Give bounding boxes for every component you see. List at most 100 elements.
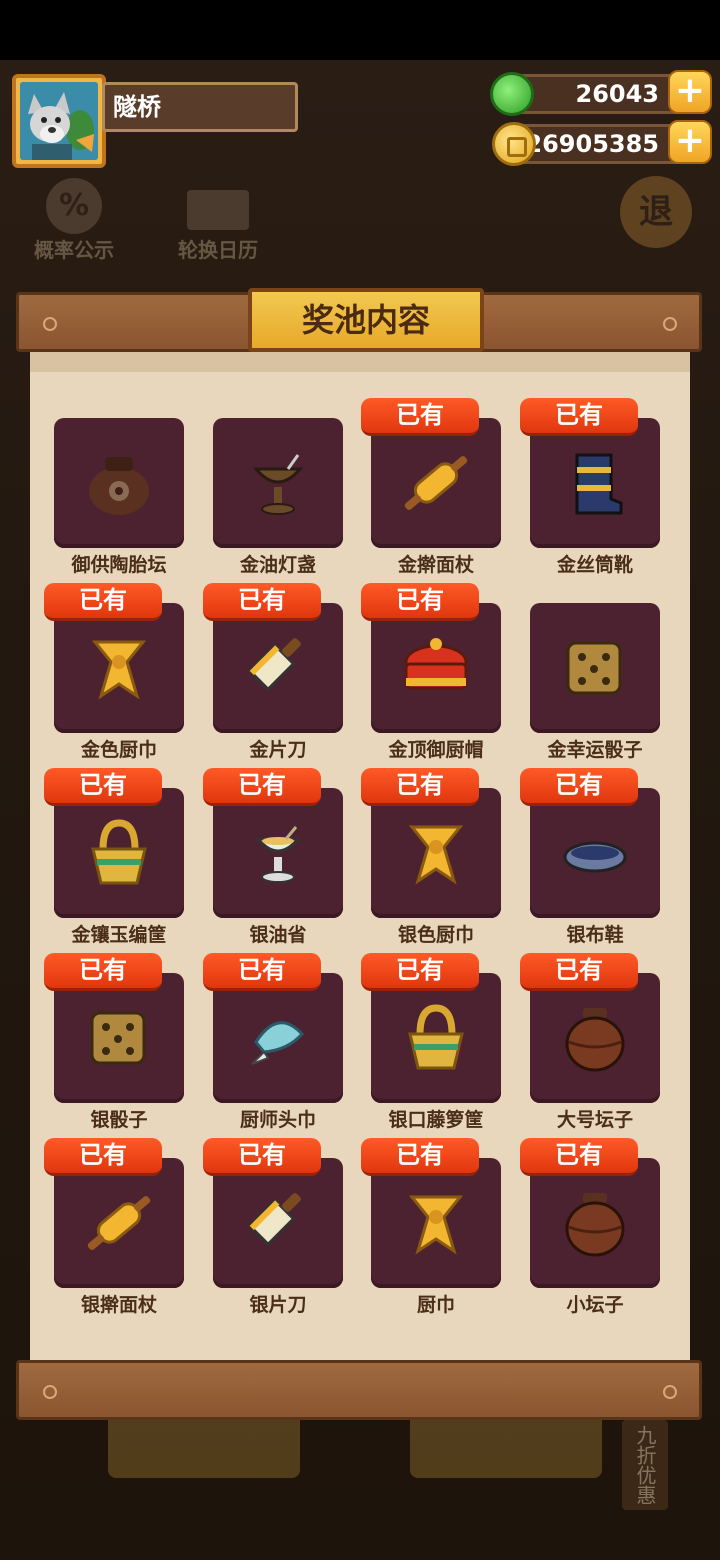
prize-item[interactable]: 已有银色厨巾 xyxy=(361,768,501,946)
prize-item[interactable]: 已有金顶御厨帽 xyxy=(361,583,501,761)
exit-button: 退 xyxy=(620,176,692,248)
owned-badge: 已有 xyxy=(520,398,638,436)
player-name: 隧桥 xyxy=(102,82,298,132)
cleaver-icon xyxy=(238,1183,318,1267)
probability-label: 概率公示 xyxy=(34,238,114,262)
prize-slot xyxy=(213,603,343,733)
prize-slot xyxy=(371,603,501,733)
owned-badge: 已有 xyxy=(361,953,479,991)
prize-slot xyxy=(530,973,660,1103)
prize-item[interactable]: 已有小坛子 xyxy=(520,1138,660,1316)
prize-name: 金片刀 xyxy=(249,739,307,761)
prize-item[interactable]: 金油灯盏 xyxy=(213,418,343,576)
owned-badge: 已有 xyxy=(520,953,638,991)
prize-name: 银片刀 xyxy=(249,1294,307,1316)
prize-slot xyxy=(54,1158,184,1288)
dice-icon xyxy=(84,1003,154,1077)
avatar[interactable] xyxy=(12,74,106,168)
prize-name: 银骰子 xyxy=(90,1109,148,1131)
owned-badge: 已有 xyxy=(361,1138,479,1176)
add-gems-button[interactable]: + xyxy=(668,70,712,114)
prize-name: 小坛子 xyxy=(566,1294,624,1316)
prize-slot xyxy=(213,418,343,548)
wolf-avatar-icon xyxy=(20,82,98,160)
prize-slot xyxy=(371,973,501,1103)
boot-icon xyxy=(555,443,635,527)
jar-icon xyxy=(555,1183,635,1267)
prize-item[interactable]: 已有银口藤箩筐 xyxy=(361,953,501,1131)
prize-item[interactable]: 已有厨巾 xyxy=(361,1138,501,1316)
prize-item[interactable]: 御供陶胎坛 xyxy=(54,418,184,576)
prize-name: 厨师头巾 xyxy=(239,1109,316,1131)
prize-name: 大号坛子 xyxy=(556,1109,633,1131)
basket-icon xyxy=(396,998,476,1082)
scroll-bottom-rod xyxy=(16,1360,702,1420)
prize-slot xyxy=(54,973,184,1103)
chef-hat-icon xyxy=(396,628,476,712)
rod-knob xyxy=(43,317,57,331)
owned-badge: 已有 xyxy=(520,1138,638,1176)
prize-slot xyxy=(371,788,501,918)
prize-slot xyxy=(371,1158,501,1288)
prize-item[interactable]: 已有 银油省 xyxy=(203,768,343,946)
probability-button: % 概率公示 xyxy=(26,178,122,262)
owned-badge: 已有 xyxy=(361,583,479,621)
prize-item[interactable]: 已有金色厨巾 xyxy=(44,583,184,761)
owned-badge: 已有 xyxy=(203,583,321,621)
shoe-icon xyxy=(555,813,635,897)
prize-slot xyxy=(213,1158,343,1288)
prize-name: 御供陶胎坛 xyxy=(71,554,167,576)
prize-item[interactable]: 已有金片刀 xyxy=(203,583,343,761)
rolling-pin-icon xyxy=(391,438,481,532)
owned-badge: 已有 xyxy=(361,768,479,806)
prize-item[interactable]: 已有 银擀面杖 xyxy=(44,1138,184,1316)
panel-title: 奖池内容 xyxy=(248,288,484,352)
prize-slot xyxy=(371,418,501,548)
owned-badge: 已有 xyxy=(203,953,321,991)
prize-name: 金色厨巾 xyxy=(80,739,157,761)
prize-name: 厨巾 xyxy=(416,1294,455,1316)
prize-name: 金镶玉编筐 xyxy=(71,924,167,946)
owned-badge: 已有 xyxy=(44,583,162,621)
bandana-icon xyxy=(238,998,318,1082)
prize-name: 金顶御厨帽 xyxy=(388,739,484,761)
prize-item[interactable]: 已有 金丝筒靴 xyxy=(520,398,660,576)
scarf-icon xyxy=(396,1183,476,1267)
clay-jar-icon xyxy=(79,443,159,527)
prize-slot xyxy=(54,418,184,548)
jar-icon xyxy=(555,998,635,1082)
prize-item[interactable]: 已有厨师头巾 xyxy=(203,953,343,1131)
prize-slot xyxy=(54,788,184,918)
prize-item[interactable]: 已有银骰子 xyxy=(44,953,184,1131)
prize-slot xyxy=(530,603,660,733)
prize-item[interactable]: 已有 金擀面杖 xyxy=(361,398,501,576)
prize-name: 银擀面杖 xyxy=(80,1294,157,1316)
owned-badge: 已有 xyxy=(44,953,162,991)
prize-item[interactable]: 金幸运骰子 xyxy=(530,603,660,761)
prize-name: 银口藤箩筐 xyxy=(388,1109,484,1131)
dice-icon xyxy=(560,633,630,707)
jade-gem-icon xyxy=(490,72,534,116)
add-coins-button[interactable]: + xyxy=(668,120,712,164)
owned-badge: 已有 xyxy=(203,1138,321,1176)
prize-item[interactable]: 已有 银布鞋 xyxy=(520,768,660,946)
calendar-label: 轮换日历 xyxy=(178,238,258,262)
prize-item[interactable]: 已有金镶玉编筐 xyxy=(44,768,184,946)
prize-slot xyxy=(530,418,660,548)
rod-knob xyxy=(663,1385,677,1399)
oil-lamp-icon xyxy=(238,443,318,527)
owned-badge: 已有 xyxy=(361,398,479,436)
prize-item[interactable]: 已有大号坛子 xyxy=(520,953,660,1131)
prize-name: 银色厨巾 xyxy=(397,924,474,946)
calendar-icon xyxy=(187,190,249,230)
calendar-button: 轮换日历 xyxy=(168,190,268,262)
cleaver-icon xyxy=(238,628,318,712)
percent-icon: % xyxy=(46,178,102,234)
discount-tag: 九折优惠 xyxy=(622,1420,668,1510)
oil-cup-icon xyxy=(238,813,318,897)
prize-item[interactable]: 已有银片刀 xyxy=(203,1138,343,1316)
rod-knob xyxy=(43,1385,57,1399)
status-bar xyxy=(0,0,720,60)
scarf-icon xyxy=(79,628,159,712)
owned-badge: 已有 xyxy=(44,768,162,806)
